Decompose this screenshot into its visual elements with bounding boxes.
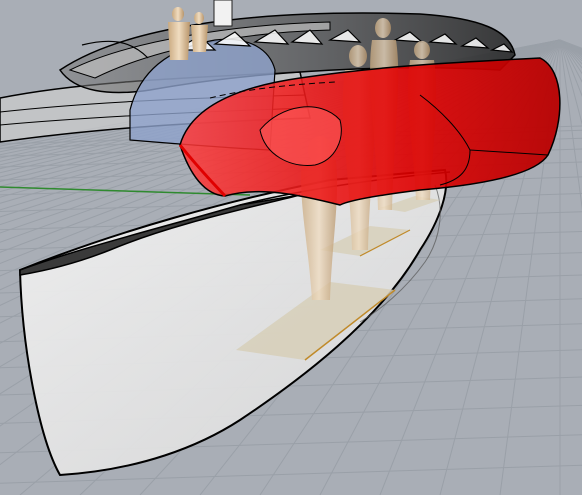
grid-line [559,39,582,49]
grid-line [559,39,582,75]
grid-line [559,39,582,60]
grid-line [559,39,582,51]
grid-line [559,39,582,97]
grid-line [559,39,582,65]
3d-viewport[interactable] [0,0,582,495]
grid-line [559,39,582,58]
grid-line [559,39,582,211]
grid-line [559,39,582,126]
grid-line [559,39,582,50]
viewport-canvas[interactable] [0,0,582,495]
grid-line [559,39,582,52]
grid-line [559,39,582,83]
grid-line [559,39,582,69]
grid-line [559,39,582,54]
grid-line [559,39,582,53]
grid-line [559,39,582,56]
grid-line [559,39,582,51]
mast-stub[interactable] [213,0,233,27]
main-hull[interactable] [18,168,451,477]
grid-line [559,39,582,62]
grid-line [559,39,582,55]
grid-line [559,39,582,50]
